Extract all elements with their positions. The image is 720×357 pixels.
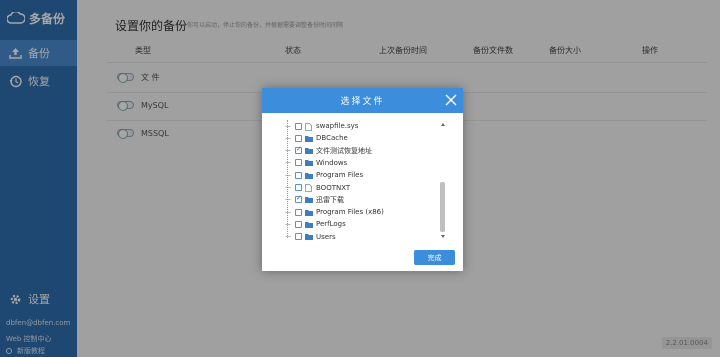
tree-item-label: PerfLogs — [316, 220, 346, 229]
item-checkbox[interactable] — [295, 159, 302, 167]
tree-item-label: Users — [316, 232, 336, 241]
tree-connector: — — [285, 159, 291, 167]
tree-item[interactable]: — Users — [284, 231, 336, 243]
dialog-title: 选择文件 — [340, 97, 385, 107]
tree-connector: — — [285, 147, 291, 155]
tree-item[interactable]: — BOOTNXT — [284, 182, 350, 194]
tree-item-label: 文件测试恢复地址 — [316, 146, 372, 155]
tree-connector: — — [285, 122, 291, 130]
folder-icon — [305, 233, 313, 241]
folder-icon — [305, 172, 313, 179]
item-checkbox[interactable] — [295, 208, 302, 216]
tree-connector: — — [285, 233, 291, 241]
file-icon — [305, 122, 313, 131]
folder-icon — [305, 196, 313, 204]
tree-item-label: Program Files — [316, 171, 364, 180]
file-icon — [305, 184, 313, 192]
tree-connector: — — [285, 220, 291, 228]
item-checkbox[interactable] — [295, 122, 302, 130]
tree-item-label: swapfile.sys — [316, 122, 359, 130]
folder-icon — [305, 135, 313, 142]
item-checkbox[interactable] — [295, 171, 302, 179]
done-button[interactable]: 完成 — [414, 250, 455, 265]
item-checkbox[interactable] — [295, 233, 302, 241]
item-checkbox[interactable] — [295, 145, 302, 155]
item-checkbox[interactable] — [295, 184, 302, 191]
folder-icon — [305, 221, 313, 228]
tree-connector: — — [285, 208, 291, 216]
item-checkbox[interactable] — [295, 220, 302, 228]
tree-item-label: Program Files (x86) — [316, 208, 384, 217]
tree-item[interactable]: — DBCache — [284, 132, 348, 144]
tree-item[interactable]: — 迅雷下载 — [284, 194, 344, 206]
folder-icon — [305, 147, 313, 155]
tree-connector: — — [285, 184, 291, 191]
tree-connector: — — [285, 196, 291, 204]
select-file-dialog: 选择文件 — swapfile.sys — DBCache — 文件测试恢复地址 — Wind… — [262, 88, 463, 271]
folder-icon — [305, 209, 313, 216]
tree-item[interactable]: — swapfile.sys — [284, 120, 358, 132]
tree-connector: — — [285, 134, 291, 142]
tree-item[interactable]: — Program Files (x86) — [284, 206, 384, 218]
item-checkbox[interactable] — [295, 194, 302, 204]
item-checkbox[interactable] — [295, 134, 302, 142]
tree-item[interactable]: — PerfLogs — [284, 218, 346, 230]
tree-item-label: 迅雷下载 — [316, 195, 344, 204]
dialog-header: 选择文件 — [262, 88, 463, 113]
tree-item-label: Windows — [316, 158, 348, 167]
tree-connector: — — [285, 171, 291, 179]
tree-item-label: DBCache — [316, 134, 348, 143]
folder-icon — [305, 159, 313, 167]
tree-item[interactable]: — Program Files — [284, 169, 363, 181]
tree-item-label: BOOTNXT — [316, 183, 351, 192]
scrollbar-thumb[interactable] — [440, 182, 445, 232]
file-tree: — swapfile.sys — DBCache — 文件测试恢复地址 — Windows — P… — [284, 120, 448, 243]
close-icon[interactable] — [444, 93, 458, 107]
tree-item[interactable]: — Windows — [284, 157, 347, 169]
tree-item[interactable]: — 文件测试恢复地址 — [284, 145, 372, 157]
